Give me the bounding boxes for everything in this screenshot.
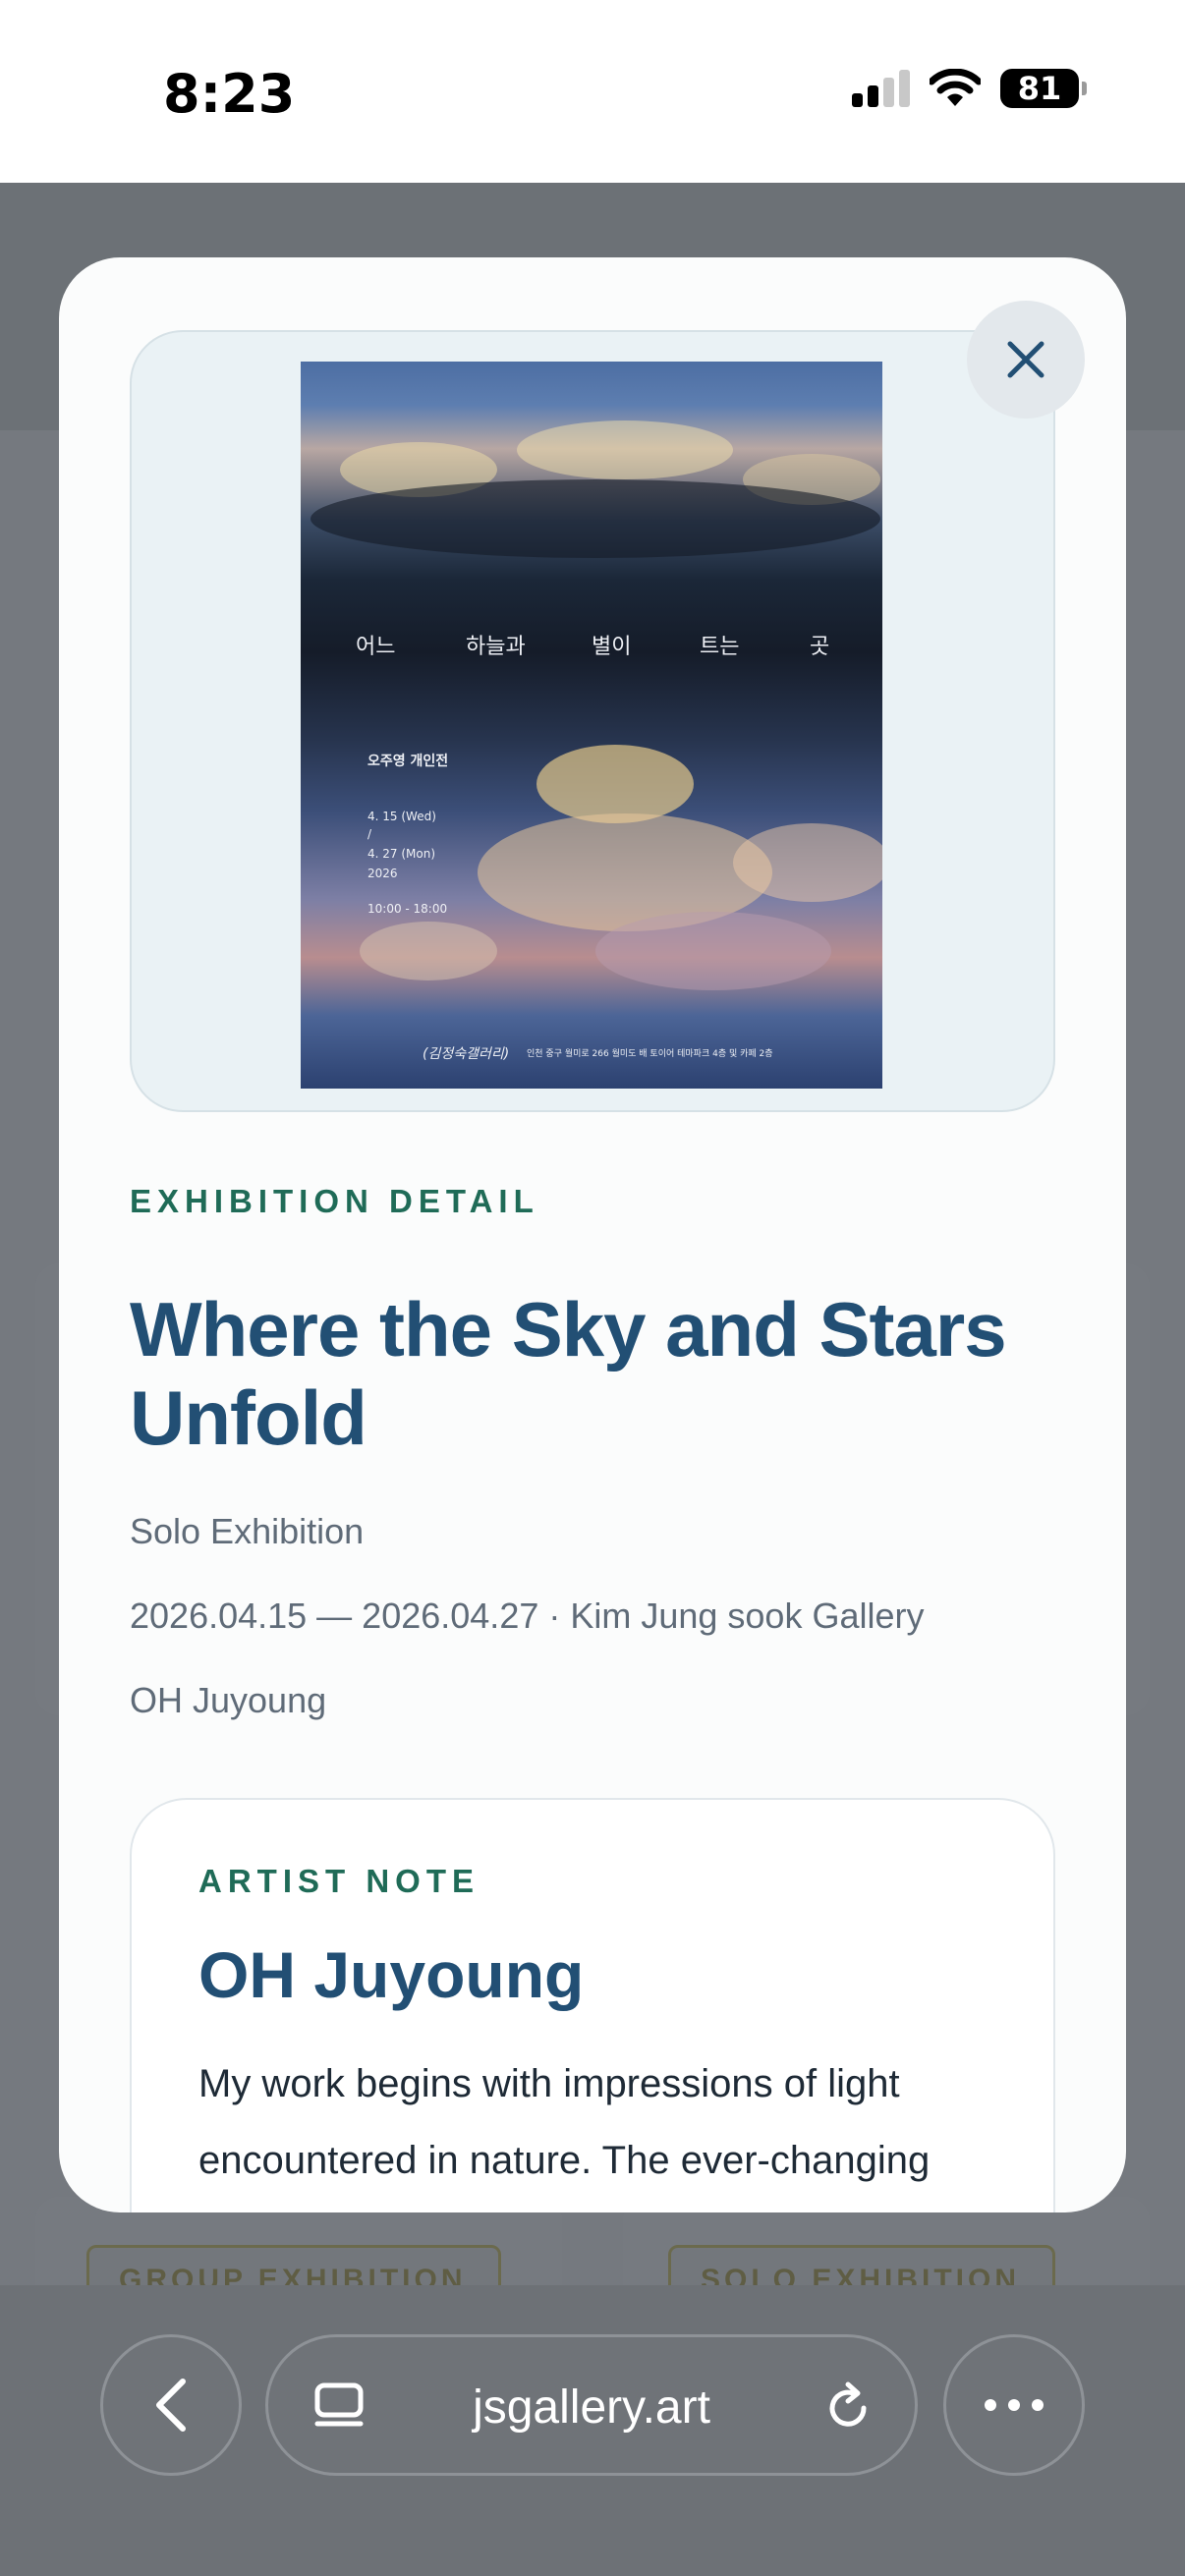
- artist-note-name: OH Juyoung: [198, 1938, 585, 2011]
- status-bar: 8:23 81: [0, 0, 1185, 183]
- battery-icon: 81: [1000, 69, 1087, 108]
- poster-title-word: 별이: [592, 635, 632, 659]
- wifi-icon: [930, 69, 981, 106]
- poster-title-word: 어느: [356, 635, 396, 659]
- poster-title-word: 하늘과: [466, 635, 526, 659]
- poster-frame: 어느 하늘과 별이 트는 곳 오주영 개인전 4. 15 (Wed) / 4. …: [130, 330, 1055, 1112]
- status-time: 8:23: [163, 63, 296, 125]
- exhibition-artist: OH Juyoung: [130, 1680, 327, 1720]
- back-button[interactable]: [100, 2334, 242, 2476]
- poster-artwork: [310, 420, 882, 990]
- poster-date-line: 2026: [367, 867, 398, 880]
- artist-note-eyebrow: ARTIST NOTE: [198, 1863, 480, 1899]
- chevron-left-icon: [156, 2379, 186, 2432]
- browser-toolbar: jsgallery.art: [0, 2285, 1185, 2576]
- status-icons: 81: [852, 69, 1087, 108]
- more-options-button[interactable]: [943, 2334, 1085, 2476]
- poster-title-word: 곳: [810, 635, 830, 659]
- cellular-signal-icon: [852, 70, 910, 107]
- exhibition-detail-modal: 어느 하늘과 별이 트는 곳 오주영 개인전 4. 15 (Wed) / 4. …: [59, 257, 1126, 2212]
- artist-note-text: My work begins with impressions of light…: [198, 2062, 931, 2182]
- poster-footer-logo: (김정숙갤러리): [423, 1046, 510, 1062]
- exhibition-title: Where the Sky and Stars Unfold: [130, 1286, 1007, 1461]
- reload-icon[interactable]: [820, 2380, 875, 2436]
- poster-title-word: 트는: [700, 635, 740, 659]
- poster-subtitle: 오주영 개인전: [367, 754, 449, 769]
- poster-date-line: /: [367, 827, 372, 841]
- exhibition-detail-eyebrow: EXHIBITION DETAIL: [130, 1183, 539, 1219]
- close-icon: [1007, 341, 1044, 378]
- poster-date-line: 4. 15 (Wed): [367, 810, 436, 823]
- close-button[interactable]: [967, 301, 1085, 419]
- poster-hours: 10:00 - 18:00: [367, 902, 448, 916]
- artist-note-card: ARTIST NOTE OH Juyoung My work begins wi…: [130, 1798, 1055, 2212]
- poster-footer-address: 인천 중구 월미로 266 월미도 배 토이어 테마파크 4층 및 카페 2층: [527, 1049, 773, 1059]
- poster-date-line: 4. 27 (Mon): [367, 847, 436, 861]
- address-bar[interactable]: jsgallery.art: [265, 2334, 918, 2476]
- exhibition-type: Solo Exhibition: [130, 1511, 365, 1551]
- url-text: jsgallery.art: [473, 2381, 710, 2434]
- exhibition-dates-venue: 2026.04.15 — 2026.04.27 · Kim Jung sook …: [130, 1596, 925, 1636]
- ellipsis-icon: [985, 2399, 1044, 2411]
- exhibition-poster-image: 어느 하늘과 별이 트는 곳 오주영 개인전 4. 15 (Wed) / 4. …: [301, 362, 882, 1089]
